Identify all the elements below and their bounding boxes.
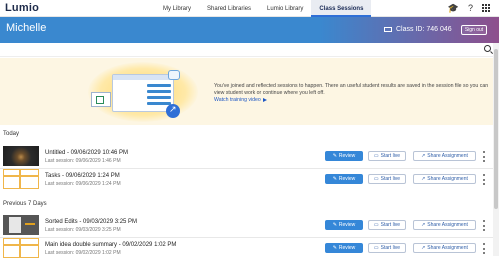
top-navigation-bar: Lumio My Library Shared Libraries Lumio …: [0, 0, 499, 17]
tab-shared-libraries[interactable]: Shared Libraries: [199, 0, 259, 17]
more-options-icon[interactable]: [483, 220, 486, 231]
pencil-icon: ✎: [332, 153, 337, 159]
session-thumbnail[interactable]: [3, 146, 39, 166]
start-live-button[interactable]: ▭ Start live: [368, 174, 406, 184]
banner-text: You've joined and reflected sessions to …: [214, 83, 489, 96]
page-scrollbar[interactable]: [493, 43, 499, 256]
share-icon: ↗: [421, 153, 426, 159]
pencil-icon: ✎: [332, 245, 337, 251]
review-button[interactable]: ✎ Review: [325, 151, 363, 161]
review-button[interactable]: ✎ Review: [325, 174, 363, 184]
lumio-logo[interactable]: Lumio: [5, 2, 39, 14]
share-assignment-button[interactable]: ↗ Share Assignment: [413, 174, 476, 184]
play-icon: [262, 98, 267, 102]
top-utility-icons: 🎓 ?: [448, 3, 491, 13]
session-thumbnail[interactable]: [3, 169, 39, 189]
search-icon[interactable]: [484, 45, 491, 52]
start-live-button[interactable]: ▭ Start live: [368, 243, 406, 253]
class-id: Class ID: 746 046: [384, 26, 452, 33]
screen-icon: ▭: [373, 222, 379, 228]
more-options-icon[interactable]: [483, 243, 486, 254]
session-title: Untitled - 09/06/2029 10:46 PM: [45, 150, 129, 156]
start-live-button[interactable]: ▭ Start live: [368, 151, 406, 161]
banner-illustration-card: [91, 92, 111, 107]
sign-out-button[interactable]: Sign out: [461, 25, 487, 35]
tab-class-sessions[interactable]: Class Sessions: [311, 0, 372, 17]
share-assignment-button[interactable]: ↗ Share Assignment: [413, 151, 476, 161]
share-icon: ↗: [421, 176, 426, 182]
pencil-icon: ✎: [332, 222, 337, 228]
share-assignment-button[interactable]: ↗ Share Assignment: [413, 220, 476, 230]
class-id-text: Class ID: 746 046: [396, 26, 452, 33]
screen-icon: ▭: [373, 176, 379, 182]
session-thumbnail[interactable]: [3, 215, 39, 235]
start-live-button[interactable]: ▭ Start live: [368, 220, 406, 230]
session-title: Sorted Edits - 09/03/2029 3:25 PM: [45, 219, 138, 225]
section-heading-previous-7-days: Previous 7 Days: [3, 201, 47, 207]
banner-illustration-chat-icon: [168, 70, 180, 80]
class-header: Michelle Class ID: 746 046 Sign out: [0, 17, 499, 43]
banner-illustration-window: [112, 74, 174, 112]
search-bar: [0, 43, 499, 57]
session-row[interactable]: Tasks - 09/06/2029 1:24 PM Last session:…: [0, 168, 493, 189]
review-button[interactable]: ✎ Review: [325, 243, 363, 253]
screen-icon: ▭: [373, 245, 379, 251]
share-icon: ↗: [421, 222, 426, 228]
pencil-icon: ✎: [332, 176, 337, 182]
session-last-date: Last session: 09/06/2029 1:46 PM: [45, 158, 121, 164]
tab-my-library[interactable]: My Library: [155, 0, 199, 17]
scrollbar-thumb[interactable]: [494, 49, 498, 209]
banner-illustration-share-icon: [166, 104, 180, 118]
session-row[interactable]: Untitled - 09/06/2029 10:46 PM Last sess…: [0, 146, 493, 167]
graduation-cap-icon[interactable]: 🎓: [448, 3, 459, 13]
more-options-icon[interactable]: [483, 151, 486, 162]
review-button[interactable]: ✎ Review: [325, 220, 363, 230]
screen-icon: ▭: [373, 153, 379, 159]
user-name: Michelle: [6, 22, 47, 34]
apps-grid-icon[interactable]: [482, 3, 491, 13]
watch-training-video-link[interactable]: Watch training video: [214, 97, 267, 103]
more-options-icon[interactable]: [483, 174, 486, 185]
share-icon: ↗: [421, 245, 426, 251]
share-assignment-button[interactable]: ↗ Share Assignment: [413, 243, 476, 253]
session-title: Main idea double summary - 09/02/2029 1:…: [45, 242, 177, 248]
session-last-date: Last session: 09/06/2029 1:24 PM: [45, 181, 121, 187]
section-heading-today: Today: [3, 131, 20, 137]
session-thumbnail[interactable]: [3, 238, 39, 258]
help-icon[interactable]: ?: [468, 3, 473, 13]
watch-training-video-label: Watch training video: [214, 97, 261, 103]
session-last-date: Last session: 09/02/2029 1:02 PM: [45, 250, 121, 256]
info-banner: You've joined and reflected sessions to …: [0, 58, 493, 125]
session-last-date: Last session: 09/03/2029 3:25 PM: [45, 227, 121, 233]
main-nav-tabs: My Library Shared Libraries Lumio Librar…: [155, 0, 372, 17]
session-row[interactable]: Main idea double summary - 09/02/2029 1:…: [0, 237, 493, 258]
session-title: Tasks - 09/06/2029 1:24 PM: [45, 173, 120, 179]
class-id-icon: [384, 27, 392, 32]
tab-lumio-library[interactable]: Lumio Library: [259, 0, 311, 17]
session-row[interactable]: Sorted Edits - 09/03/2029 3:25 PM Last s…: [0, 215, 493, 236]
